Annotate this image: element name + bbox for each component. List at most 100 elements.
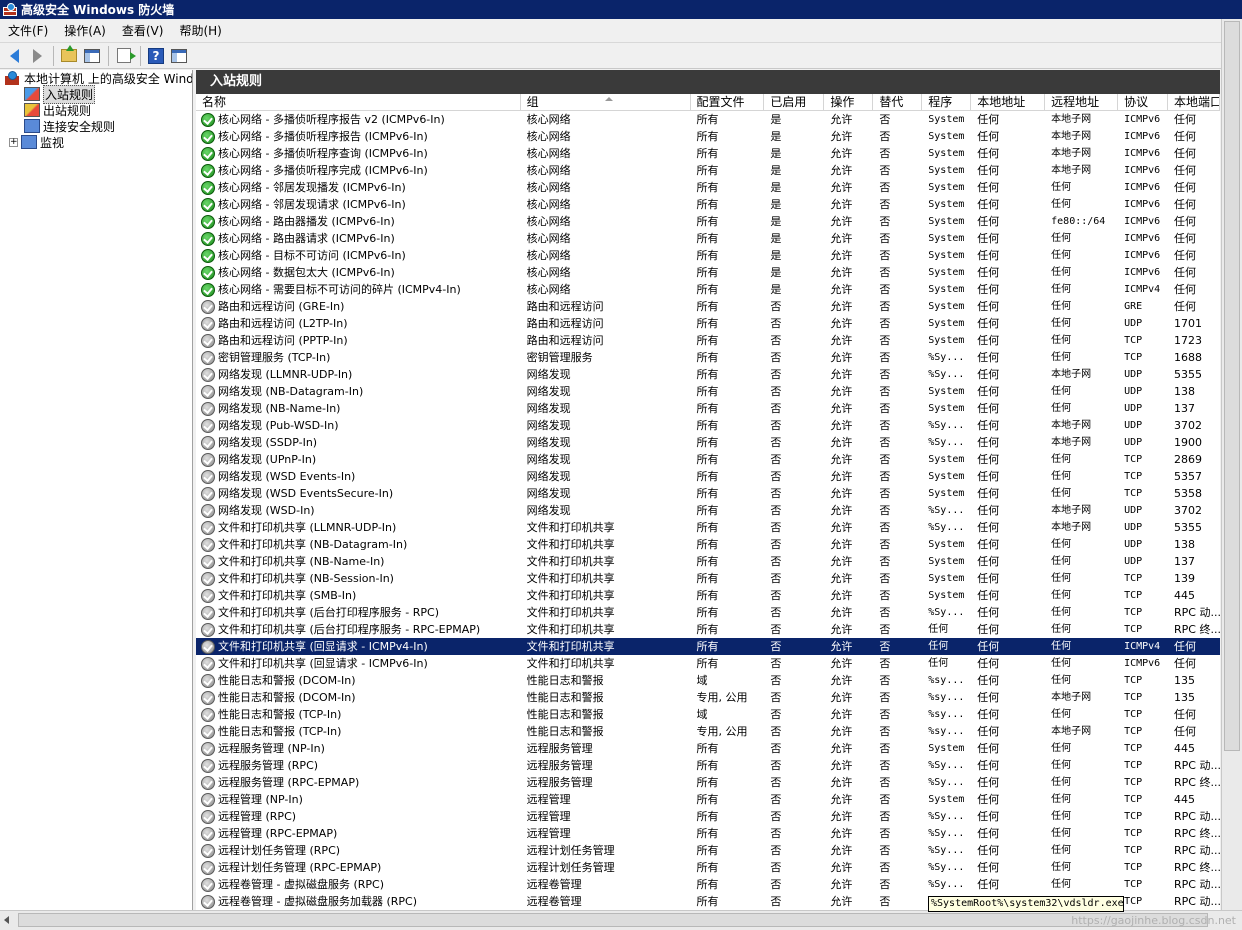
table-row[interactable]: 路由和远程访问 (PPTP-In) 路由和远程访问 所有 否 允许 否 System 任何 任何…: [196, 332, 1220, 349]
table-row[interactable]: 文件和打印机共享 (后台打印程序服务 - RPC) 文件和打印机共享 所有 否 允许 否%…: [196, 604, 1220, 621]
table-row[interactable]: 文件和打印机共享 (NB-Name-In) 文件和打印机共享 所有 否 允许 否 Syste…: [196, 553, 1220, 570]
table-row[interactable]: 文件和打印机共享 (LLMNR-UDP-In) 文件和打印机共享 所有 否 允许 否 %Sy…: [196, 519, 1220, 536]
column-header-profile[interactable]: 配置文件: [691, 94, 765, 111]
rule-action: 允许: [830, 572, 853, 585]
tree-item-connection-security-rules[interactable]: 连接安全规则: [0, 118, 192, 134]
rule-name: 核心网络 - 数据包太大 (ICMPv6-In): [196, 264, 521, 281]
table-row[interactable]: 网络发现 (LLMNR-UDP-In) 网络发现 所有 否 允许 否 %Sy... 任何 本地子…: [196, 366, 1220, 383]
table-row[interactable]: 文件和打印机共享 (SMB-In) 文件和打印机共享 所有 否 允许 否 System 任何 任…: [196, 587, 1220, 604]
rule-remote-address: 本地子网: [1051, 420, 1092, 431]
rule-local-port: RPC 动...: [1174, 844, 1220, 857]
table-row[interactable]: 文件和打印机共享 (回显请求 - ICMPv4-In) 文件和打印机共享 所有 否 允许…: [196, 638, 1220, 655]
table-row[interactable]: 文件和打印机共享 (NB-Session-In) 文件和打印机共享 所有 否 允许 否 Sy…: [196, 570, 1220, 587]
table-row[interactable]: 网络发现 (UPnP-In) 网络发现 所有 否 允许 否 System 任何 任何 TCP 286…: [196, 451, 1220, 468]
table-row[interactable]: 核心网络 - 邻居发现播发 (ICMPv6-In) 核心网络 所有 是 允许 否 Syste…: [196, 179, 1220, 196]
table-row[interactable]: 核心网络 - 需要目标不可访问的碎片 (ICMPv4-In) 核心网络 所有 是 允许 否…: [196, 281, 1220, 298]
tree-item-monitoring[interactable]: + 监视: [0, 134, 192, 150]
table-row[interactable]: 远程服务管理 (NP-In) 远程服务管理 所有 否 允许 否 System 任何 任何 TCP 4…: [196, 740, 1220, 757]
table-row[interactable]: 远程计划任务管理 (RPC) 远程计划任务管理 所有 否 允许 否 %Sy... 任何 任何 TC…: [196, 842, 1220, 859]
table-row[interactable]: 远程管理 (NP-In) 远程管理 所有 否 允许 否 System 任何 任何 TCP 445: [196, 791, 1220, 808]
rule-remote-address: 任何: [1051, 573, 1072, 584]
table-row[interactable]: 网络发现 (SSDP-In) 网络发现 所有 否 允许 否 %Sy... 任何 本地子网 UDP 1…: [196, 434, 1220, 451]
table-row[interactable]: 文件和打印机共享 (NB-Datagram-In) 文件和打印机共享 所有 否 允许 否 S…: [196, 536, 1220, 553]
table-row[interactable]: 远程服务管理 (RPC-EPMAP) 远程服务管理 所有 否 允许 否 %Sy... 任何 任何…: [196, 774, 1220, 791]
menu-file[interactable]: 文件(F): [0, 19, 56, 43]
table-row[interactable]: 网络发现 (NB-Datagram-In) 网络发现 所有 否 允许 否 System 任何 任…: [196, 383, 1220, 400]
table-row[interactable]: 性能日志和警报 (DCOM-In) 性能日志和警报 专用, 公用 否 允许 否 %sy...…: [196, 689, 1220, 706]
rule-enabled: 否: [770, 759, 782, 772]
tree-item-root[interactable]: 本地计算机 上的高级安全 Windows 防火墙: [0, 70, 192, 86]
export-list-button[interactable]: [113, 45, 136, 67]
rule-profile: 所有: [696, 810, 719, 823]
column-header-local-address[interactable]: 本地地址: [971, 94, 1046, 111]
table-row[interactable]: 核心网络 - 路由器播发 (ICMPv6-In) 核心网络 所有 是 允许 否 System…: [196, 213, 1220, 230]
column-header-program[interactable]: 程序: [922, 94, 972, 111]
menu-help[interactable]: 帮助(H): [171, 19, 229, 43]
column-header-group[interactable]: 组: [521, 94, 691, 111]
rule-profile: 域: [696, 708, 708, 721]
table-row[interactable]: 网络发现 (WSD EventsSecure-In) 网络发现 所有 否 允许 否 Syst…: [196, 485, 1220, 502]
tree-item-inbound-rules[interactable]: 入站规则: [0, 84, 192, 104]
column-header-name[interactable]: 名称: [196, 94, 521, 111]
rule-profile: 所有: [696, 266, 719, 279]
table-row[interactable]: 核心网络 - 数据包太大 (ICMPv6-In) 核心网络 所有 是 允许 否 System…: [196, 264, 1220, 281]
table-row[interactable]: 核心网络 - 邻居发现请求 (ICMPv6-In) 核心网络 所有 是 允许 否 Syste…: [196, 196, 1220, 213]
scroll-thumb[interactable]: [1224, 21, 1240, 751]
table-row[interactable]: 密钥管理服务 (TCP-In) 密钥管理服务 所有 否 允许 否 %Sy... 任何 任何 TCP…: [196, 349, 1220, 366]
menu-action[interactable]: 操作(A): [56, 19, 114, 43]
table-row[interactable]: 路由和远程访问 (L2TP-In) 路由和远程访问 所有 否 允许 否 System 任何 任何…: [196, 315, 1220, 332]
scroll-thumb[interactable]: [18, 913, 1208, 927]
rule-override: 否: [879, 300, 891, 313]
rule-group: 核心网络: [526, 266, 571, 279]
table-row[interactable]: 核心网络 - 目标不可访问 (ICMPv6-In) 核心网络 所有 是 允许 否 Syste…: [196, 247, 1220, 264]
show-hide-action-pane-button[interactable]: [168, 45, 190, 67]
table-row[interactable]: 核心网络 - 多播侦听程序完成 (ICMPv6-In) 核心网络 所有 是 允许 否 Sys…: [196, 162, 1220, 179]
table-row[interactable]: 网络发现 (WSD Events-In) 网络发现 所有 否 允许 否 System 任何 任何…: [196, 468, 1220, 485]
table-row[interactable]: 网络发现 (WSD-In) 网络发现 所有 否 允许 否 %Sy... 任何 本地子网 UDP 37…: [196, 502, 1220, 519]
horizontal-scrollbar[interactable]: https://gaojinhe.blog.csdn.net: [0, 910, 1242, 930]
table-row[interactable]: 性能日志和警报 (TCP-In) 性能日志和警报 专用, 公用 否 允许 否 %sy... 任…: [196, 723, 1220, 740]
table-row[interactable]: 远程计划任务管理 (RPC-EPMAP) 远程计划任务管理 所有 否 允许 否 %Sy...…: [196, 859, 1220, 876]
rule-override: 否: [879, 402, 891, 415]
table-row[interactable]: 网络发现 (NB-Name-In) 网络发现 所有 否 允许 否 System 任何 任何 UDP…: [196, 400, 1220, 417]
show-hide-console-tree-button[interactable]: [81, 45, 103, 67]
table-row[interactable]: 网络发现 (Pub-WSD-In) 网络发现 所有 否 允许 否 %Sy... 任何 本地子网 U…: [196, 417, 1220, 434]
table-row[interactable]: 核心网络 - 多播侦听程序查询 (ICMPv6-In) 核心网络 所有 是 允许 否 Sys…: [196, 145, 1220, 162]
rule-local-port: 任何: [1174, 147, 1197, 160]
table-row[interactable]: 远程管理 (RPC) 远程管理 所有 否 允许 否 %Sy... 任何 任何 TCP RPC 动..…: [196, 808, 1220, 825]
column-header-local-port[interactable]: 本地端口: [1168, 94, 1220, 111]
table-row[interactable]: 文件和打印机共享 (回显请求 - ICMPv6-In) 文件和打印机共享 所有 否 允许…: [196, 655, 1220, 672]
vertical-scrollbar[interactable]: [1221, 19, 1242, 910]
table-row[interactable]: 核心网络 - 多播侦听程序报告 v2 (ICMPv6-In) 核心网络 所有 是 允许 否…: [196, 111, 1220, 128]
scroll-left-icon[interactable]: [4, 916, 9, 924]
column-header-remote-address[interactable]: 远程地址: [1045, 94, 1119, 111]
table-row[interactable]: 性能日志和警报 (DCOM-In) 性能日志和警报 域 否 允许 否 %sy... 任何 任何 T…: [196, 672, 1220, 689]
table-row[interactable]: 远程卷管理 - 虚拟磁盘服务 (RPC) 远程卷管理 所有 否 允许 否 %Sy... 任何 任…: [196, 876, 1220, 893]
up-one-level-button[interactable]: [58, 45, 80, 67]
table-row[interactable]: 核心网络 - 路由器请求 (ICMPv6-In) 核心网络 所有 是 允许 否 System…: [196, 230, 1220, 247]
expand-icon[interactable]: +: [9, 137, 18, 147]
back-button[interactable]: [3, 45, 25, 67]
column-header-protocol[interactable]: 协议: [1118, 94, 1169, 111]
tree-item-outbound-rules[interactable]: 出站规则: [0, 102, 192, 118]
menu-view[interactable]: 查看(V): [114, 19, 172, 43]
rule-local-address: 任何: [977, 266, 1000, 279]
rule-local-address: 任何: [977, 283, 1000, 296]
rule-local-port: 138: [1174, 538, 1196, 551]
table-row[interactable]: 性能日志和警报 (TCP-In) 性能日志和警报 域 否 允许 否 %sy... 任何 任何 TC…: [196, 706, 1220, 723]
column-header-enabled[interactable]: 已启用: [764, 94, 825, 111]
table-row[interactable]: 路由和远程访问 (GRE-In) 路由和远程访问 所有 否 允许 否 System 任何 任何 G…: [196, 298, 1220, 315]
rule-action: 允许: [830, 810, 853, 823]
column-header-override[interactable]: 替代: [873, 94, 923, 111]
rule-action: 允许: [830, 521, 853, 534]
rule-enabled: 否: [770, 555, 782, 568]
table-row[interactable]: 远程服务管理 (RPC) 远程服务管理 所有 否 允许 否 %Sy... 任何 任何 TCP RPC…: [196, 757, 1220, 774]
forward-button[interactable]: [26, 45, 48, 67]
rule-disabled-icon: [201, 350, 215, 365]
table-row[interactable]: 核心网络 - 多播侦听程序报告 (ICMPv6-In) 核心网络 所有 是 允许 否 Sys…: [196, 128, 1220, 145]
table-row[interactable]: 远程管理 (RPC-EPMAP) 远程管理 所有 否 允许 否 %Sy... 任何 任何 TCP R…: [196, 825, 1220, 842]
column-header-action[interactable]: 操作: [824, 94, 874, 111]
help-button[interactable]: ?: [145, 45, 167, 67]
rule-remote-address: 任何: [1051, 607, 1072, 618]
table-row[interactable]: 文件和打印机共享 (后台打印程序服务 - RPC-EPMAP) 文件和打印机共享 所…: [196, 621, 1220, 638]
